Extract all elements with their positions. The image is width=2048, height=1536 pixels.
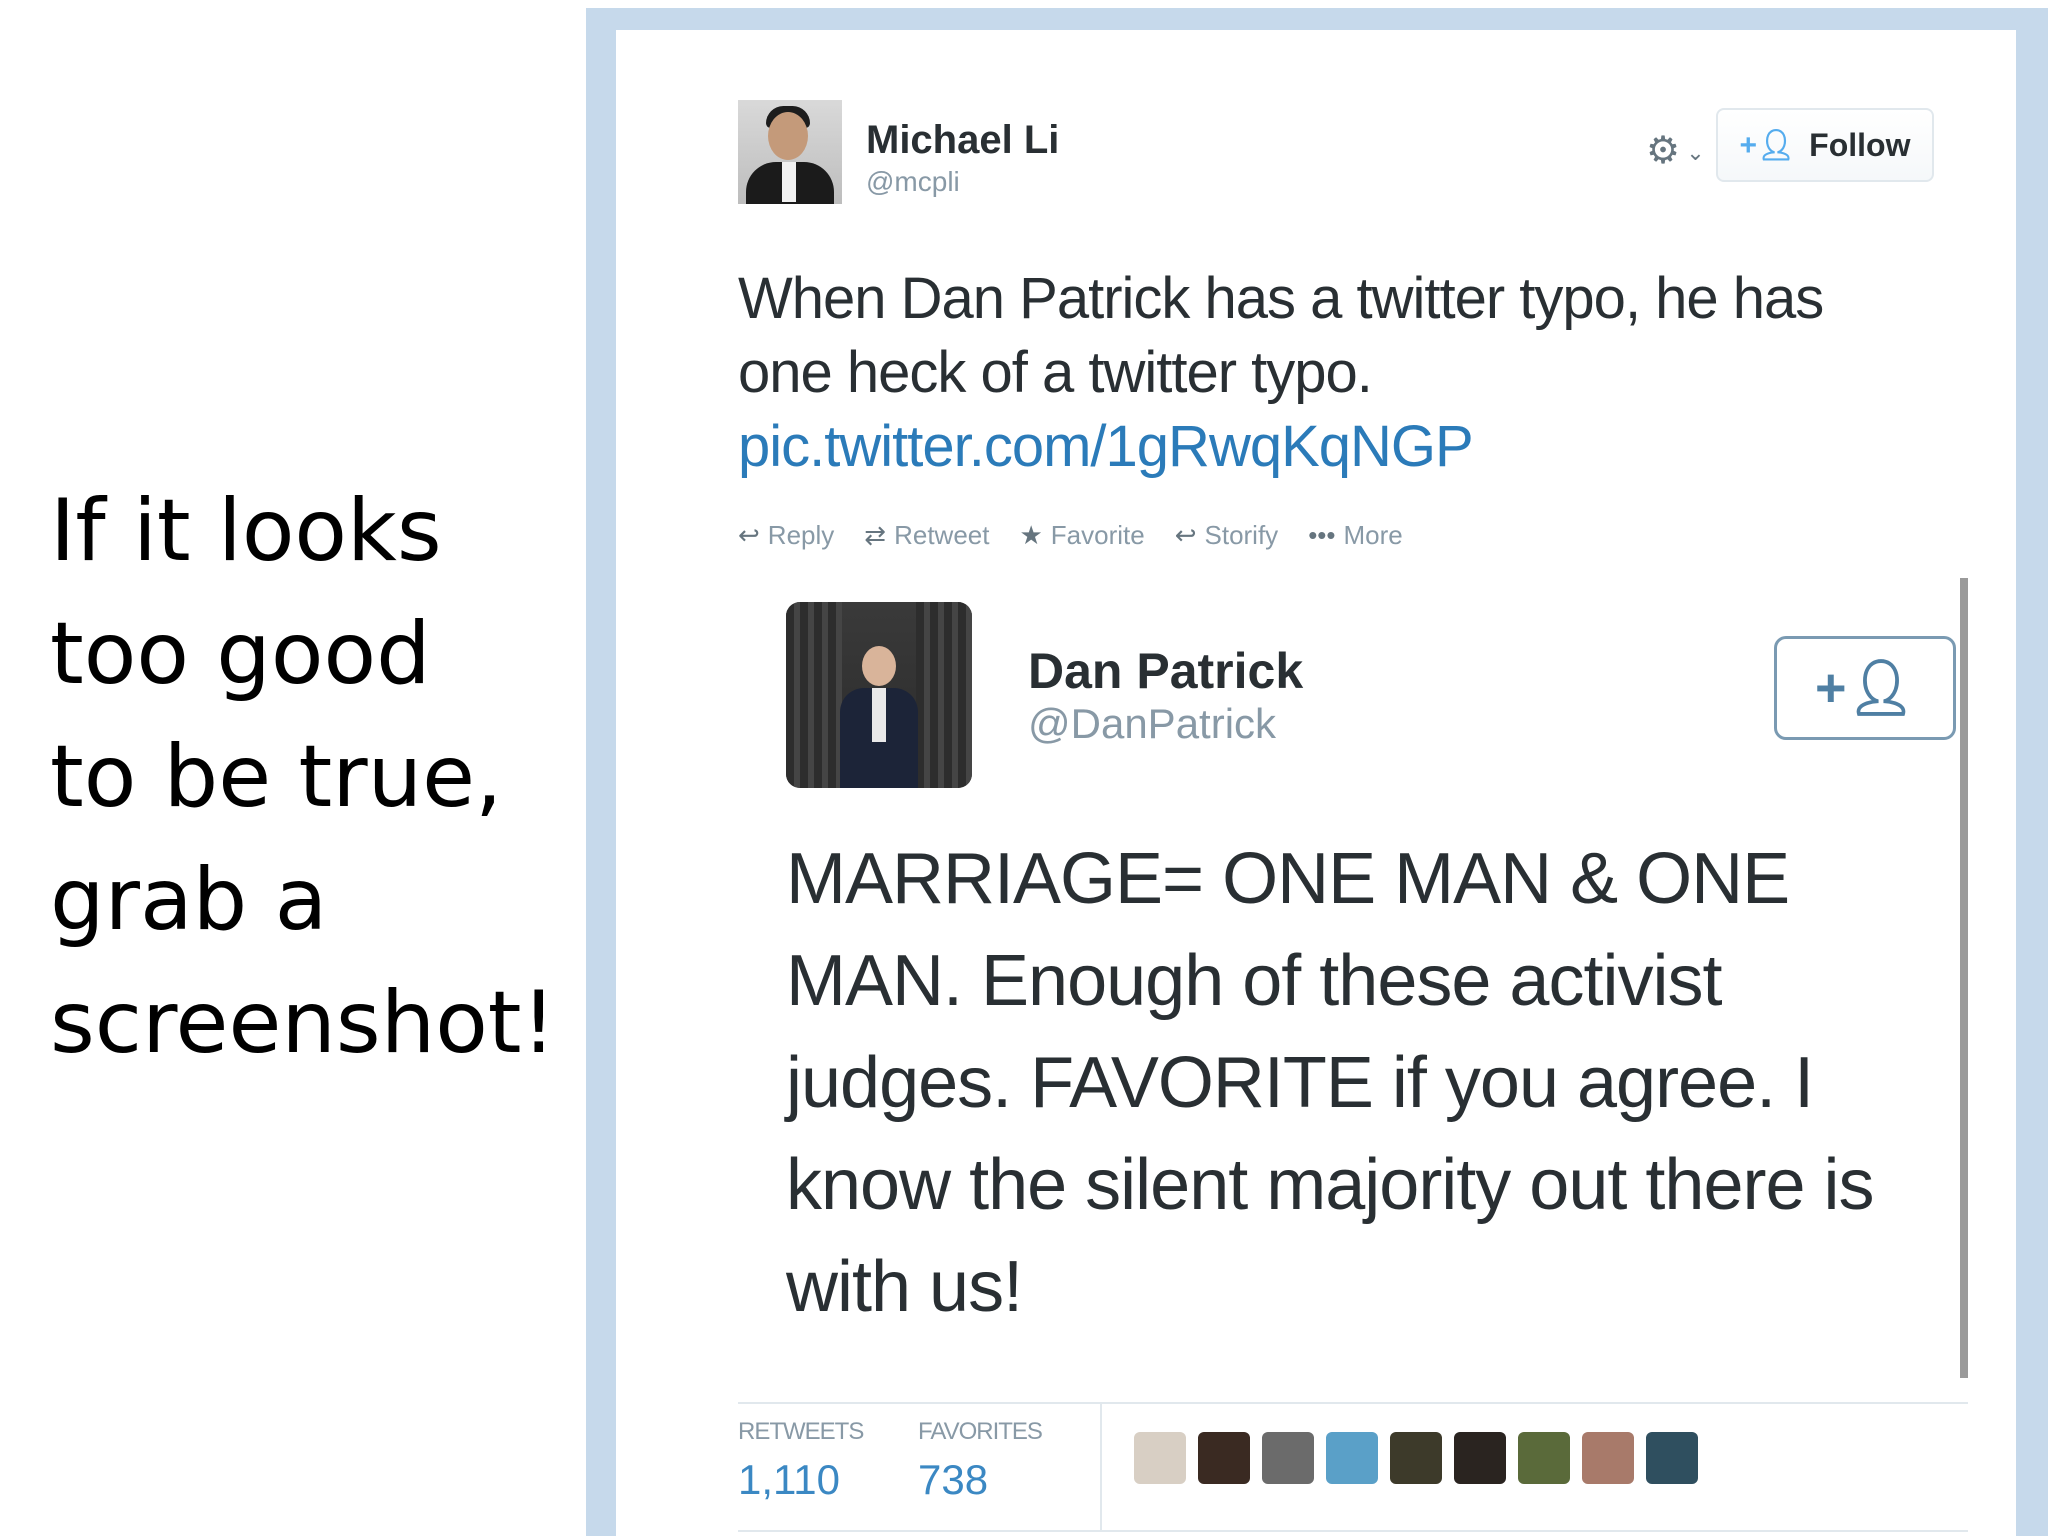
- retweet-icon: ⇄: [864, 520, 887, 550]
- retweet-action[interactable]: ⇄ Retweet: [864, 520, 989, 551]
- favoriter-avatar[interactable]: [1582, 1432, 1634, 1484]
- caption-line-5: screenshot!: [50, 973, 557, 1073]
- follow-label: Follow: [1809, 126, 1911, 163]
- caption-line-1: If it looks: [50, 481, 442, 581]
- retweets-count: 1,110: [738, 1456, 840, 1503]
- favoriter-avatar[interactable]: [1390, 1432, 1442, 1484]
- tweet-text: When Dan Patrick has a twitter typo, he …: [738, 262, 1918, 484]
- favorite-icon: ★: [1019, 520, 1043, 550]
- caption-line-4: grab a: [50, 850, 328, 950]
- favoriter-avatar[interactable]: [1326, 1432, 1378, 1484]
- more-label: More: [1343, 520, 1403, 550]
- caption-line-2: too good: [50, 604, 431, 704]
- slide: If it looks too good to be true, grab a …: [0, 0, 2048, 1536]
- tweet-body: When Dan Patrick has a twitter typo, he …: [738, 266, 1824, 405]
- favoriter-avatar[interactable]: [1134, 1432, 1186, 1484]
- favorites-count: 738: [918, 1456, 989, 1503]
- favorites-label: FAVORITES: [918, 1418, 1043, 1445]
- retweets-stat[interactable]: RETWEETS 1,110: [738, 1418, 864, 1504]
- embed-border: [1960, 578, 1968, 1378]
- retweets-label: RETWEETS: [738, 1418, 864, 1445]
- favoriter-avatar[interactable]: [1198, 1432, 1250, 1484]
- author-name[interactable]: Michael Li: [866, 118, 1059, 163]
- follow-user-icon: +👤︎: [1739, 128, 1796, 162]
- stats-divider: [1100, 1404, 1102, 1530]
- michael-li-avatar[interactable]: [738, 100, 842, 204]
- embedded-tweet-text: MARRIAGE= ONE MAN & ONE MAN. Enough of t…: [786, 839, 1875, 1327]
- embedded-tweet-image[interactable]: Dan Patrick @DanPatrick +👤︎ MARRIAGE= ON…: [738, 578, 1968, 1388]
- slide-caption: If it looks too good to be true, grab a …: [50, 470, 570, 1085]
- more-action[interactable]: ••• More: [1308, 520, 1403, 551]
- retweet-label: Retweet: [894, 520, 990, 550]
- tweet-stats: RETWEETS 1,110 FAVORITES 738: [738, 1402, 1968, 1532]
- gear-icon[interactable]: ⚙ ⌄: [1646, 128, 1705, 173]
- favoriter-avatar[interactable]: [1646, 1432, 1698, 1484]
- storify-icon: ↩: [1174, 520, 1197, 550]
- favorite-label: Favorite: [1050, 520, 1145, 550]
- favoriter-avatar[interactable]: [1262, 1432, 1314, 1484]
- author-handle[interactable]: @mcpli: [866, 166, 960, 198]
- more-icon: •••: [1308, 520, 1336, 550]
- favorite-action[interactable]: ★ Favorite: [1019, 520, 1144, 551]
- favoriter-avatar[interactable]: [1454, 1432, 1506, 1484]
- favoriter-avatars: [1134, 1432, 1698, 1484]
- storify-label: Storify: [1204, 520, 1279, 550]
- embedded-follow-icon: +👤︎: [1774, 636, 1956, 740]
- embedded-author-name: Dan Patrick: [1028, 643, 1304, 699]
- reply-label: Reply: [767, 520, 835, 550]
- tweet-actions: ↩ Reply ⇄ Retweet ★ Favorite ↩ Storify •…: [738, 520, 1403, 551]
- embedded-author-handle: @DanPatrick: [1028, 700, 1277, 747]
- reply-icon: ↩: [738, 520, 760, 550]
- tweet-screenshot: Michael Li @mcpli ⚙ ⌄ +👤︎ Follow When Da…: [586, 8, 2048, 1536]
- storify-action[interactable]: ↩ Storify: [1175, 520, 1278, 551]
- tweet-pic-link[interactable]: pic.twitter.com/1gRwqKqNGP: [738, 410, 1918, 484]
- reply-action[interactable]: ↩ Reply: [738, 520, 834, 551]
- tweet-card: Michael Li @mcpli ⚙ ⌄ +👤︎ Follow When Da…: [616, 30, 2016, 1536]
- dan-patrick-avatar: [786, 602, 972, 788]
- follow-button[interactable]: +👤︎ Follow: [1716, 108, 1934, 182]
- favorites-stat[interactable]: FAVORITES 738: [918, 1418, 1043, 1504]
- favoriter-avatar[interactable]: [1518, 1432, 1570, 1484]
- caption-line-3: to be true,: [50, 727, 503, 827]
